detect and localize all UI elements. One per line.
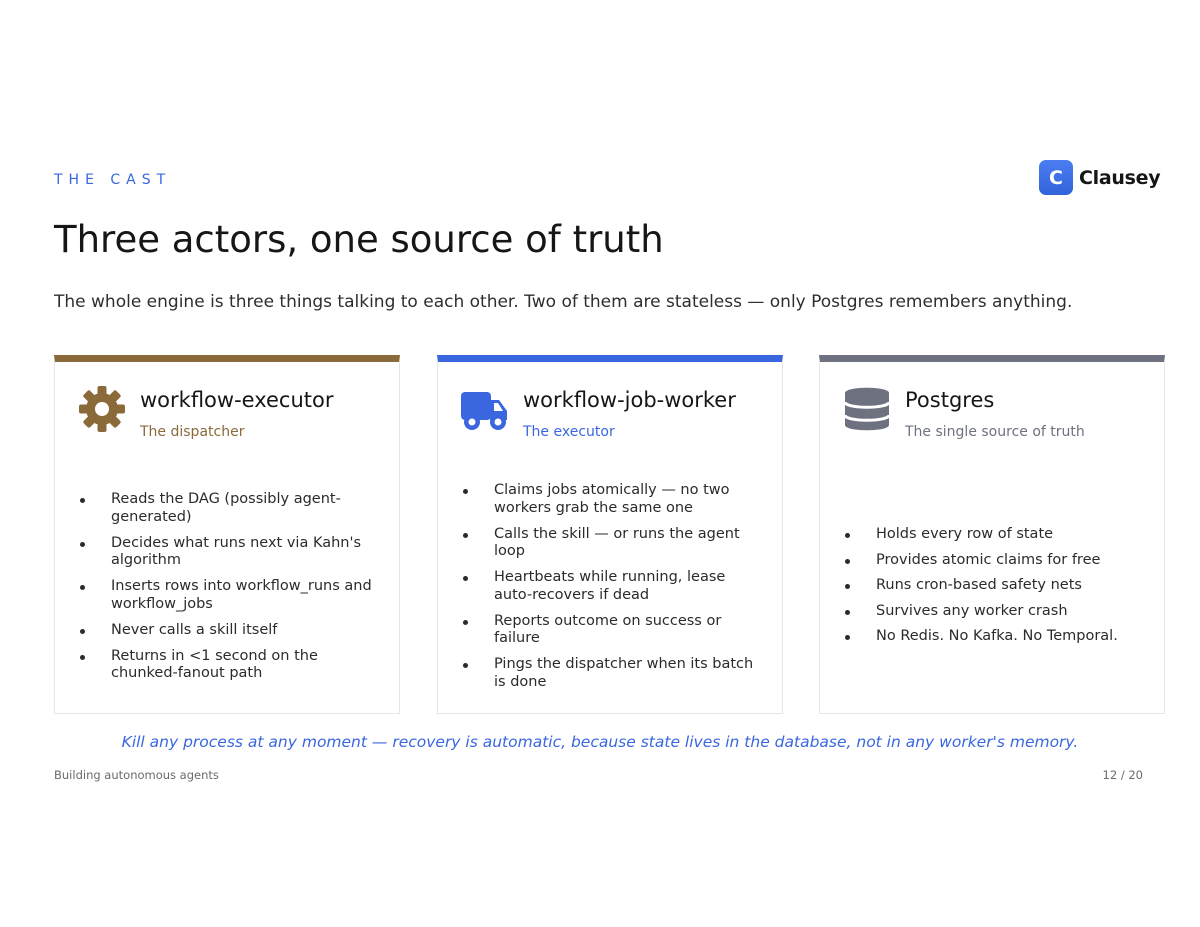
list-item: Heartbeats while running, lease auto-rec… — [460, 569, 768, 604]
card-subtitle: The single source of truth — [905, 424, 1085, 440]
card-title: Postgres — [905, 388, 995, 412]
card-subtitle: The executor — [523, 424, 615, 440]
list-item: Calls the skill — or runs the agent loop — [460, 526, 768, 561]
truck-icon — [460, 384, 510, 434]
brand-name: Clausey — [1079, 166, 1161, 189]
list-item: Survives any worker crash — [842, 603, 1150, 621]
card-workflow-job-worker: workflow-job-worker The executor Claims … — [437, 355, 783, 714]
card-bullet-list: Holds every row of state Provides atomic… — [842, 526, 1150, 654]
list-item: Decides what runs next via Kahn's algori… — [77, 535, 385, 570]
page-number: 12 / 20 — [1102, 768, 1143, 782]
list-item: Claims jobs atomically — no two workers … — [460, 482, 768, 517]
gear-icon — [77, 384, 127, 434]
brand-logo: C Clausey — [1039, 160, 1161, 195]
list-item: Provides atomic claims for free — [842, 552, 1150, 570]
list-item: Returns in <1 second on the chunked-fano… — [77, 648, 385, 683]
list-item: Reports outcome on success or failure — [460, 613, 768, 648]
list-item: Never calls a skill itself — [77, 622, 385, 640]
card-subtitle: The dispatcher — [140, 424, 245, 440]
card-workflow-executor: workflow-executor The dispatcher Reads t… — [54, 355, 400, 714]
card-title: workflow-job-worker — [523, 388, 736, 412]
tagline: Kill any process at any moment — recover… — [121, 733, 1079, 751]
brand-mark-icon: C — [1039, 160, 1073, 195]
list-item: No Redis. No Kafka. No Temporal. — [842, 628, 1150, 646]
section-eyebrow: THE CAST — [54, 172, 172, 188]
list-item: Inserts rows into workflow_runs and work… — [77, 578, 385, 613]
list-item: Reads the DAG (possibly agent-generated) — [77, 491, 385, 526]
card-bullet-list: Claims jobs atomically — no two workers … — [460, 482, 768, 700]
list-item: Holds every row of state — [842, 526, 1150, 544]
card-bullet-list: Reads the DAG (possibly agent-generated)… — [77, 491, 385, 691]
slide-subtitle: The whole engine is three things talking… — [54, 292, 1073, 312]
database-icon — [842, 384, 892, 434]
list-item: Pings the dispatcher when its batch is d… — [460, 656, 768, 691]
footer-deck-title: Building autonomous agents — [54, 768, 219, 782]
slide-title: Three actors, one source of truth — [54, 218, 664, 261]
list-item: Runs cron-based safety nets — [842, 577, 1150, 595]
card-postgres: Postgres The single source of truth Hold… — [819, 355, 1165, 714]
card-title: workflow-executor — [140, 388, 334, 412]
